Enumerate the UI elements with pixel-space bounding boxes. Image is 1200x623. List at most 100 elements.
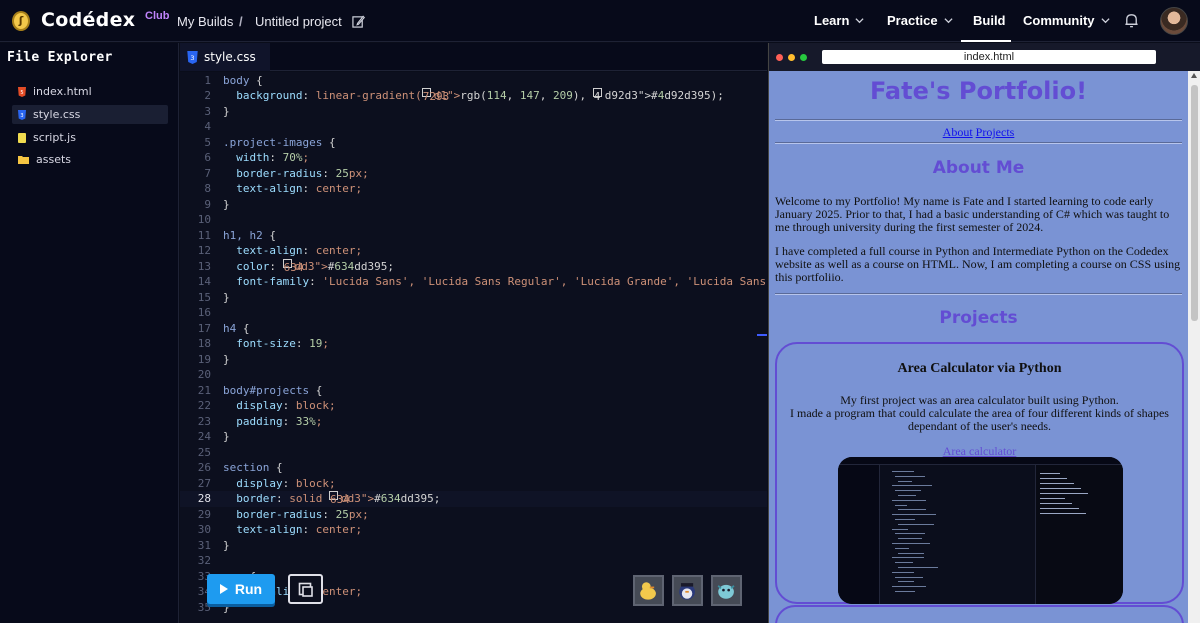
- duck-pet-icon[interactable]: [633, 575, 664, 606]
- code-line[interactable]: 29 border-radius: 25px;: [180, 507, 767, 523]
- code-text: }: [223, 538, 230, 552]
- line-number: 23: [197, 414, 211, 428]
- code-line[interactable]: 24}: [180, 429, 767, 445]
- line-number: 3: [204, 104, 211, 118]
- line-number: 10: [197, 213, 211, 226]
- code-line[interactable]: 23 padding: 33%;: [180, 414, 767, 430]
- club-badge: Club: [145, 10, 170, 22]
- copy-button[interactable]: [288, 574, 323, 604]
- code-line[interactable]: 12 text-align: center;: [180, 243, 767, 259]
- active-nav-indicator: [961, 40, 1011, 42]
- js-file-icon: [18, 132, 26, 143]
- code-line[interactable]: 4: [180, 119, 767, 135]
- penguin-pet-icon[interactable]: [672, 575, 703, 606]
- nav-community[interactable]: Community: [1023, 13, 1110, 28]
- page-nav: About Projects: [769, 125, 1188, 140]
- code-line[interactable]: 20: [180, 367, 767, 383]
- code-line[interactable]: 14 font-family: 'Lucida Sans', 'Lucida S…: [180, 274, 767, 290]
- screenshot-code-line: [895, 490, 921, 492]
- code-line[interactable]: 1 body {: [180, 73, 767, 89]
- nav-build[interactable]: Build: [973, 13, 1006, 28]
- user-avatar[interactable]: [1160, 7, 1188, 35]
- nav-learn[interactable]: Learn: [814, 13, 864, 28]
- screenshot-terminal-line: [1040, 513, 1086, 514]
- line-number: 19: [197, 352, 211, 366]
- divider: [775, 293, 1182, 295]
- scroll-thumb[interactable]: [1191, 85, 1198, 321]
- code-line[interactable]: 21 body#projects {: [180, 383, 767, 399]
- folder-assets[interactable]: assets: [12, 150, 168, 169]
- code-line[interactable]: 15}: [180, 290, 767, 306]
- editor-scroll-marker: [757, 334, 767, 336]
- code-line[interactable]: 11 h1, h2 {: [180, 228, 767, 244]
- brand-name[interactable]: Codédex: [41, 9, 135, 31]
- breadcrumb-separator: /: [239, 14, 243, 29]
- code-line[interactable]: 18 font-size: 19;: [180, 336, 767, 352]
- code-line[interactable]: 10: [180, 212, 767, 228]
- code-text: color: 634dd3">#634dd395;: [236, 258, 394, 274]
- scroll-up-arrow-icon[interactable]: [1191, 73, 1197, 78]
- code-text: text-align: center;: [236, 182, 363, 195]
- screenshot-code-line: [892, 485, 932, 487]
- run-button[interactable]: Run: [207, 574, 275, 604]
- screenshot-terminal-line: [1040, 483, 1074, 484]
- code-text: text-align: center;: [236, 523, 363, 536]
- svg-text:5: 5: [20, 90, 23, 96]
- line-number: 29: [197, 507, 211, 521]
- file-name: script.js: [33, 131, 76, 144]
- notification-bell-icon[interactable]: [1123, 12, 1140, 29]
- nav-practice[interactable]: Practice: [887, 13, 953, 28]
- code-line[interactable]: 22 display: block;: [180, 398, 767, 414]
- screenshot-code-line: [898, 523, 934, 525]
- breadcrumb-my-builds[interactable]: My Builds: [177, 14, 233, 29]
- axolotl-pet-icon[interactable]: [711, 575, 742, 606]
- preview-scrollbar[interactable]: [1188, 71, 1200, 623]
- screenshot-code-line: [892, 471, 914, 472]
- screenshot-code-line: [898, 552, 924, 554]
- code-line[interactable]: 25: [180, 445, 767, 461]
- code-line[interactable]: 3}: [180, 104, 767, 120]
- screenshot-sidebar: [838, 465, 880, 604]
- chevron-down-icon: [1100, 18, 1110, 24]
- code-line[interactable]: 6 width: 70%;: [180, 150, 767, 166]
- code-editor[interactable]: 1 body {2 background: linear-gradient(729…: [180, 72, 767, 623]
- html-file-icon: 5: [18, 86, 26, 97]
- project-card-next: [775, 605, 1184, 623]
- link-about[interactable]: About: [943, 125, 973, 139]
- codedex-logo-icon[interactable]: ʃ: [12, 11, 30, 31]
- project-name[interactable]: Untitled project: [255, 14, 342, 29]
- code-line[interactable]: 19}: [180, 352, 767, 368]
- code-line[interactable]: 9}: [180, 197, 767, 213]
- file-script-js[interactable]: script.js: [12, 128, 168, 147]
- code-text: }: [223, 352, 230, 366]
- file-style-css[interactable]: 3 style.css: [12, 105, 168, 124]
- code-line[interactable]: 7 border-radius: 25px;: [180, 166, 767, 182]
- line-number: 12: [197, 244, 211, 257]
- code-line[interactable]: 16: [180, 305, 767, 321]
- code-line[interactable]: 31}: [180, 538, 767, 554]
- preview-window-chrome: index.html: [769, 43, 1200, 71]
- file-index-html[interactable]: 5 index.html: [12, 82, 168, 101]
- code-line[interactable]: 5 .project-images {: [180, 135, 767, 151]
- code-line[interactable]: 2 background: linear-gradient(7293d1">rg…: [180, 88, 767, 104]
- code-line[interactable]: 8 text-align: center;: [180, 181, 767, 197]
- code-text: .project-images {: [223, 135, 336, 149]
- code-text: border: solid 634dd3">#634dd395;: [236, 491, 441, 506]
- link-projects[interactable]: Projects: [976, 125, 1015, 139]
- edit-pencil-icon[interactable]: [352, 15, 365, 28]
- screenshot-code-line: [892, 528, 908, 530]
- tab-label: style.css: [204, 50, 256, 64]
- code-line[interactable]: 28 border: solid 634dd3">#634dd395;: [180, 491, 767, 507]
- file-explorer: File Explorer 5 index.html 3 style.css s…: [0, 43, 179, 623]
- code-line[interactable]: 26 section {: [180, 460, 767, 476]
- code-text: padding: 33%;: [236, 414, 323, 428]
- code-line[interactable]: 32: [180, 553, 767, 569]
- code-line[interactable]: 13 color: 634dd3">#634dd395;: [180, 258, 767, 275]
- code-line[interactable]: 27 display: block;: [180, 476, 767, 492]
- line-number: 25: [197, 445, 211, 459]
- screenshot-code-line: [898, 480, 912, 482]
- code-line[interactable]: 17 h4 {: [180, 321, 767, 337]
- tab-style-css[interactable]: 3 style.css: [180, 43, 270, 71]
- code-line[interactable]: 30 text-align: center;: [180, 522, 767, 538]
- divider: [775, 119, 1182, 121]
